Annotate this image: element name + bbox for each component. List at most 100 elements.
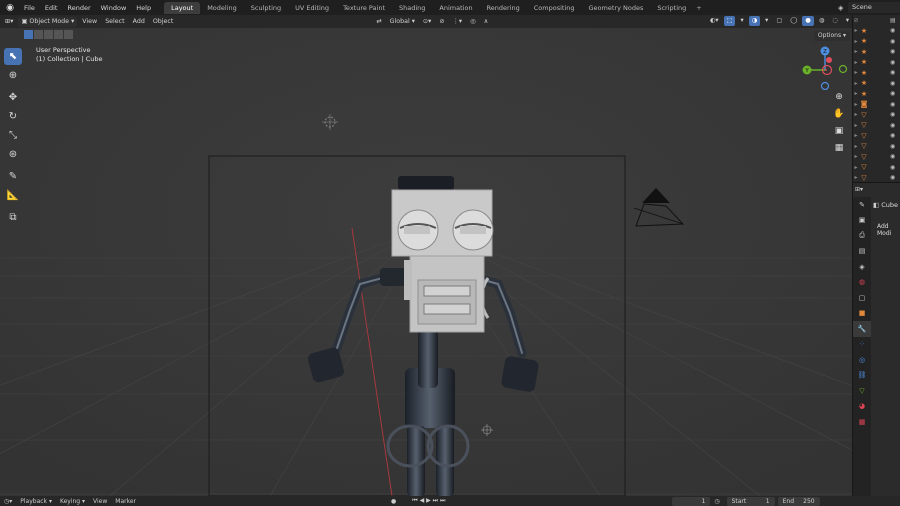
outliner-row[interactable]: ▸ ▽ ◉ [853,141,900,152]
playback-controls[interactable]: ⏮ ◀ ▶ ⏭ ⏭ [408,497,449,505]
set-selection-icon[interactable] [24,30,33,39]
scale-tool-icon[interactable]: ⤡ [4,127,22,144]
editor-type-icon[interactable]: ◷▾ [0,498,16,505]
shading-dropdown-icon[interactable]: ▾ [843,16,852,26]
menu-object[interactable]: Object [150,17,177,27]
pan-hand-icon[interactable]: ✋ [832,107,846,121]
menu-marker[interactable]: Marker [111,498,140,505]
cursor-tool-icon[interactable]: ⊕ [4,67,22,84]
xray-icon[interactable]: ▢ [773,16,785,26]
object-tab-icon[interactable]: ■ [853,306,871,322]
annotate-tool-icon[interactable]: ✎ [4,168,22,185]
world-tab-icon[interactable]: ◍ [853,275,871,291]
transform-tool-icon[interactable]: ⊛ [4,146,22,163]
menu-playback[interactable]: Playback ▾ [16,498,56,505]
visibility-eye-icon[interactable]: ◉ [890,101,900,108]
editor-type-icon[interactable]: ⊞▾ [855,186,863,193]
menu-keying[interactable]: Keying ▾ [56,498,89,505]
current-frame-field[interactable]: 1 [672,496,711,506]
menu-file[interactable]: File [19,4,40,12]
workspace-tab-layout[interactable]: Layout [164,1,201,14]
workspace-tab-geometry-nodes[interactable]: Geometry Nodes [582,2,651,14]
blender-logo-icon[interactable]: ◉ [4,2,16,14]
outliner-row[interactable]: ▸ ★ ◉ [853,36,900,47]
3d-viewport[interactable]: ⬉ ⊕ ✥ ↻ ⤡ ⊛ ✎ 📐 ⧉ User Perspective (1) C… [0,28,852,496]
material-shading-icon[interactable]: ◍ [816,16,828,26]
visibility-eye-icon[interactable]: ◉ [890,122,900,129]
menu-view[interactable]: View [79,17,100,27]
tool-tab-icon[interactable]: ✎ [853,197,871,213]
outliner-row[interactable]: ▸ ▽ ◉ [853,110,900,121]
outliner-row[interactable]: ▸ ★ ◉ [853,78,900,89]
physics-tab-icon[interactable]: ◎ [853,352,871,368]
subtract-selection-icon[interactable] [44,30,53,39]
scene-collection-icon[interactable]: ▤ [890,17,900,24]
menu-select[interactable]: Select [102,17,127,27]
material-tab-icon[interactable]: ◕ [853,399,871,415]
visibility-eye-icon[interactable]: ◉ [890,90,900,97]
outliner-row[interactable]: ▸ ▽ ◉ [853,120,900,131]
visibility-eye-icon[interactable]: ◉ [890,153,900,160]
gizmo-toggle-icon[interactable]: ⬚ [723,16,736,26]
output-tab-icon[interactable]: ⎙ [853,228,871,244]
transform-orientation-dropdown[interactable]: Global ▾ [387,17,418,27]
menu-help[interactable]: Help [131,4,156,12]
wireframe-shading-icon[interactable]: ◯ [787,16,800,26]
workspace-tab-scripting[interactable]: Scripting [650,2,693,14]
measure-tool-icon[interactable]: 📐 [4,187,22,204]
camera-view-icon[interactable]: ▣ [832,124,846,138]
menu-window[interactable]: Window [96,4,132,12]
outliner-row[interactable]: ▸ ★ ◉ [853,68,900,79]
collection-tab-icon[interactable]: ▢ [853,290,871,306]
outliner-row[interactable]: ▸ ★ ◉ [853,57,900,68]
outliner-row[interactable]: ▸ ★ ◉ [853,26,900,37]
menu-edit[interactable]: Edit [40,4,63,12]
add-workspace-button[interactable]: + [693,4,704,12]
visibility-icon[interactable]: ◐▾ [707,16,722,26]
proportional-edit-icon[interactable]: ◎ [467,17,479,27]
neg-z-axis-handle[interactable] [820,81,830,90]
clock-icon[interactable]: ◷ [710,498,723,505]
visibility-eye-icon[interactable]: ◉ [890,38,900,45]
add-modifier-button[interactable]: Add Modi [877,223,900,237]
workspace-tab-animation[interactable]: Animation [432,2,479,14]
workspace-tab-sculpting[interactable]: Sculpting [244,2,288,14]
outliner-row[interactable]: ▸ ▽ ◉ [853,162,900,173]
overlay-toggle-icon[interactable]: ◑ [748,16,761,26]
data-tab-icon[interactable]: ▽ [853,383,871,399]
snap-settings-icon[interactable]: ⋮▾ [450,17,465,27]
filter-icon[interactable]: ⊘ [853,17,859,24]
workspace-tab-uv-editing[interactable]: UV Editing [288,2,336,14]
transform-orientation-icon[interactable]: ⇄ [373,17,384,27]
menu-view[interactable]: View [89,498,111,505]
workspace-tab-modeling[interactable]: Modeling [200,2,244,14]
overlay-dropdown-icon[interactable]: ▾ [762,16,771,26]
falloff-icon[interactable]: ∧ [481,17,492,27]
workspace-tab-compositing[interactable]: Compositing [527,2,582,14]
particles-tab-icon[interactable]: ⁘ [853,337,871,353]
editor-type-icon[interactable]: ⊞▾ [2,17,16,27]
visibility-eye-icon[interactable]: ◉ [890,164,900,171]
perspective-toggle-icon[interactable]: ▦ [832,141,846,155]
gizmo-dropdown-icon[interactable]: ▾ [737,16,746,26]
workspace-tab-texture-paint[interactable]: Texture Paint [336,2,392,14]
pivot-point-icon[interactable]: ⊙▾ [420,17,434,27]
visibility-eye-icon[interactable]: ◉ [890,132,900,139]
workspace-tab-rendering[interactable]: Rendering [480,2,527,14]
texture-tab-icon[interactable]: ▦ [853,414,871,430]
render-tab-icon[interactable]: ▣ [853,213,871,229]
outliner-row[interactable]: ▸ ▽ ◉ [853,131,900,142]
invert-selection-icon[interactable] [54,30,63,39]
visibility-eye-icon[interactable]: ◉ [890,59,900,66]
visibility-eye-icon[interactable]: ◉ [890,143,900,150]
zoom-icon[interactable]: ⊕ [832,90,846,104]
outliner-row[interactable]: ▸ ★ ◉ [853,89,900,100]
outliner-row[interactable]: ▸ ▽ ◉ [853,152,900,163]
move-tool-icon[interactable]: ✥ [4,89,22,106]
solid-shading-icon[interactable]: ● [802,16,814,26]
select-box-tool-icon[interactable]: ⬉ [4,48,22,65]
extend-selection-icon[interactable] [34,30,43,39]
options-dropdown[interactable]: Options ▾ [813,31,850,41]
end-frame-field[interactable]: End 250 [777,496,820,506]
intersect-selection-icon[interactable] [64,30,73,39]
